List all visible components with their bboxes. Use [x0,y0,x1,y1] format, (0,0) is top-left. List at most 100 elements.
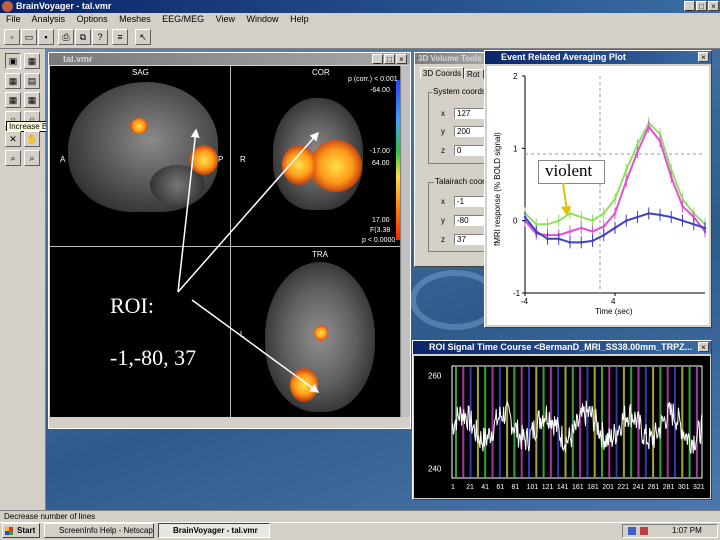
erap-title-bar: Event Related Averaging Plot [485,51,711,64]
erap-series-2-point [658,213,662,217]
roi-x-tick-label: 1 [451,484,455,491]
tab-3d-coords-label: 3D Coords [422,69,462,78]
roi-stimulus-bar [586,367,589,477]
roi-stimulus-bar [564,367,567,477]
erap-close-icon[interactable]: × [698,52,709,62]
erap-series-1-point [613,212,617,215]
erap-series-2-point [523,215,527,219]
roi-x-tick-label: 121 [542,484,554,491]
tab-3d-coords[interactable]: 3D Coords [420,67,464,79]
erap-series-2-point [602,233,606,237]
tal-x-axis: x [441,197,445,206]
roi-stimulus-bar [484,367,487,477]
sys-z-field[interactable]: 0 [454,145,484,156]
erap-series-1-point [579,226,583,230]
tab-rot[interactable]: Rot [464,69,484,79]
erap-series-2-point [579,241,583,244]
taskbar-brainvoyager-label: BrainVoyager - tal.vmr [173,526,258,535]
roi-stimulus-bar [513,367,516,477]
erap-series-2-point [534,230,538,233]
roi-x-tick-label: 241 [633,484,645,491]
roi-stimulus-bar [520,367,523,477]
roi-x-tick-label: 61 [496,484,504,491]
sys-x-field[interactable]: 127 [454,108,484,119]
volume-tools-title: 3D Volume Tools [418,54,482,63]
erap-series-0-point [534,222,538,226]
erap-title: Event Related Averaging Plot [501,52,626,62]
roi-course-title-bar: ROI Signal Time Course <BermanD_MRI_SS38… [413,341,711,354]
erap-x-tick-label: -4 [521,297,529,306]
sys-y-axis: y [441,127,445,136]
erap-series-1-point [636,150,639,154]
roi-plot-area [451,365,703,479]
system-coords-label: System coords [432,87,484,96]
erap-x-axis-label: Time (sec) [595,307,633,316]
erap-x-tick-label: 4 [611,297,616,306]
roi-stimulus-bar [498,367,501,477]
roi-stimulus-bar [622,367,625,477]
erap-series-2-point [568,241,572,244]
erap-series-0-point [557,219,561,222]
erap-series-1-point [669,175,673,179]
roi-x-tick-label: 161 [572,484,584,491]
erap-series-0-point [636,143,639,147]
erap-series-2-point [703,226,707,230]
tal-y-field[interactable]: -80 [454,215,484,226]
roi-course-title: ROI Signal Time Course <BermanD_MRI_SS38… [429,342,693,352]
erap-series-1-point [681,204,684,208]
roi-x-tick-label: 281 [663,484,675,491]
roi-x-tick-label: 101 [527,484,539,491]
violent-arrow [561,183,571,216]
erap-series-1-point [624,179,628,183]
erap-series-1-point [591,230,594,233]
roi-x-tick-label: 301 [678,484,690,491]
roi-stimulus-bar [688,367,691,477]
erap-series-0-point [579,215,583,219]
status-text: Decrease number of lines [4,512,96,521]
tray-icon-a[interactable] [628,527,636,535]
tray-icon-b[interactable] [640,527,648,535]
volume-tools-title-bar: 3D Volume Tools [415,53,485,64]
erap-series-2-point [692,222,696,226]
roi-x-tick-label: 221 [617,484,629,491]
roi-stimulus-bar [615,367,618,477]
roi-x-tick-label: 261 [648,484,660,491]
erap-series-1-point [568,230,572,233]
erap-series-2-point [681,219,684,222]
erap-y-tick-label: 2 [513,72,518,81]
roi-x-tick-label: 181 [587,484,599,491]
erap-series-1-point [658,139,662,143]
erap-series-1-point [602,225,606,228]
taskbar-clock: 1:07 PM [672,526,702,535]
violent-annotation: violent [545,161,593,180]
erap-series-2-point [624,219,628,222]
erap-plot[interactable]: -1 0 1 2 -4 4 fMRI response (% BOLD signal) T… [487,66,709,325]
tal-z-field[interactable]: 37 [454,234,484,245]
roi-course-close-icon[interactable]: × [698,342,709,352]
arrow-to-tra [191,299,320,393]
start-label: Start [17,526,36,535]
sys-y-field[interactable]: 200 [454,126,484,137]
roi-x-tick-label: 201 [602,484,614,491]
sys-z-axis: z [441,146,445,155]
erap-series-0-point [658,132,662,136]
erap-series-2-point [591,239,594,243]
erap-series-0-point [624,168,628,172]
erap-series-0-point [591,219,594,222]
tal-x-field[interactable]: -1 [454,196,484,207]
roi-stimulus-bar [652,367,655,477]
roi-course-plot[interactable]: 2402601 21 41 61 81 101 121 141 161 181 201 221 241 2… [414,356,710,498]
roi-stimulus-bar [608,367,611,477]
status-bar: Decrease number of lines [0,510,720,522]
arrow-to-cor [177,131,319,293]
roi-stimulus-bar [571,367,574,477]
taskbar-brainvoyager[interactable]: BrainVoyager - tal.vmr [158,523,270,538]
roi-stimulus-bar [528,367,530,477]
roi-x-tick-label: 21 [466,484,474,491]
erap-y-tick-label: 0 [513,217,518,226]
taskbar-netscape[interactable]: ScreenInfo Help - Netscape [44,523,154,538]
talairach-coords-label: Talairach coords [434,177,484,186]
sys-x-axis: x [441,109,445,118]
roi-stimulus-bar [681,367,684,477]
erap-series-2-point [647,212,651,215]
